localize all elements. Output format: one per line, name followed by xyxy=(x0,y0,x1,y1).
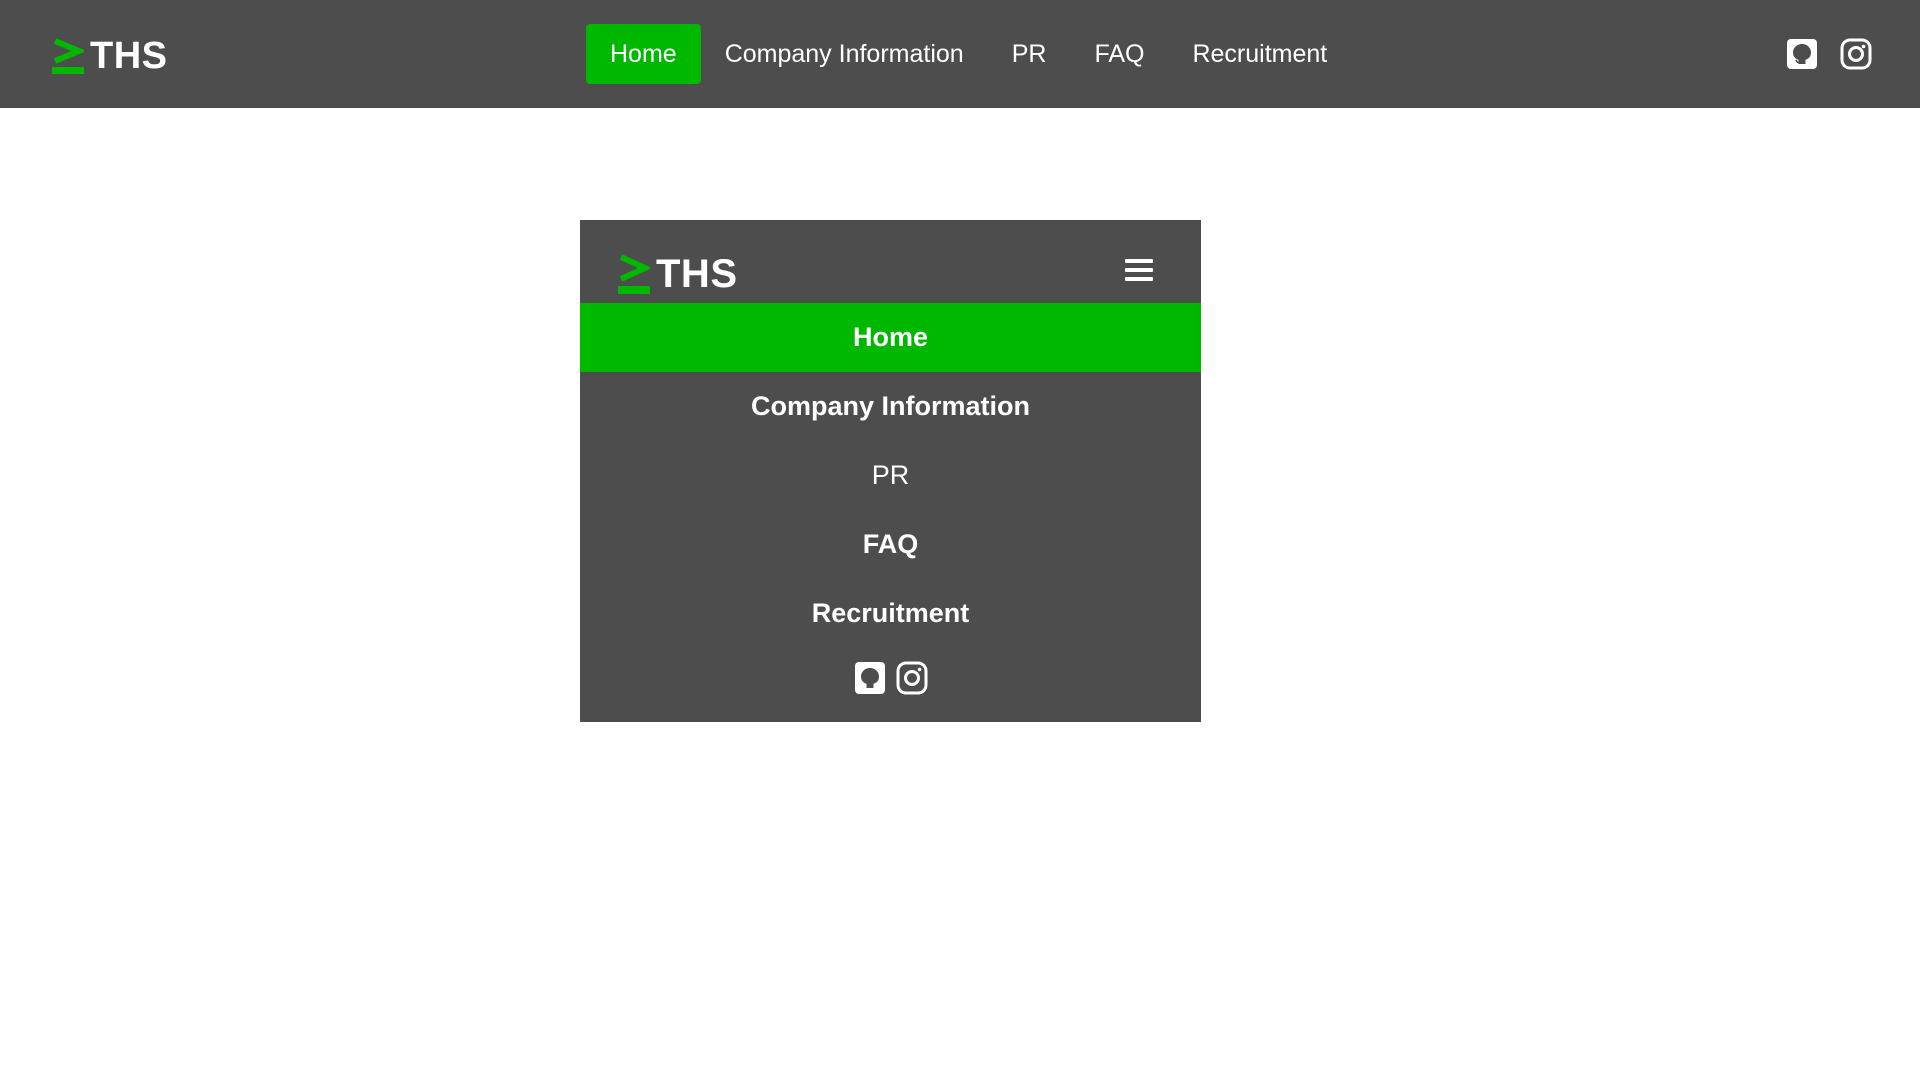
brand-name: THS xyxy=(90,34,168,77)
nav-link-company-information[interactable]: Company Information xyxy=(701,24,988,84)
brand-mark-icon xyxy=(618,254,650,294)
mobile-nav-pr[interactable]: PR xyxy=(580,441,1201,510)
nav-link-recruitment[interactable]: Recruitment xyxy=(1168,24,1351,84)
top-navbar: THS Home Company Information PR FAQ Recr… xyxy=(0,0,1920,108)
mobile-menu: Home Company Information PR FAQ Recruitm… xyxy=(580,303,1201,648)
brand-mark-icon xyxy=(52,38,84,74)
hamburger-menu-icon[interactable] xyxy=(1125,256,1153,284)
nav-link-pr[interactable]: PR xyxy=(988,24,1071,84)
instagram-icon[interactable] xyxy=(1840,38,1872,70)
instagram-icon[interactable] xyxy=(896,660,928,696)
mobile-brand-name: THS xyxy=(656,251,738,296)
github-icon[interactable] xyxy=(854,660,886,696)
github-icon[interactable] xyxy=(1786,38,1818,70)
nav-link-faq[interactable]: FAQ xyxy=(1070,24,1168,84)
mobile-nav-home[interactable]: Home xyxy=(580,303,1201,372)
nav-link-home[interactable]: Home xyxy=(586,24,701,84)
brand-logo[interactable]: THS xyxy=(52,34,168,77)
mobile-brand-logo[interactable]: THS xyxy=(618,252,738,296)
mobile-nav-company-information[interactable]: Company Information xyxy=(580,372,1201,441)
mobile-nav-recruitment[interactable]: Recruitment xyxy=(580,579,1201,648)
mobile-social-links xyxy=(580,660,1201,696)
mobile-nav-preview: THS Home Company Information PR FAQ Recr… xyxy=(580,220,1201,722)
social-links xyxy=(1786,38,1872,70)
mobile-nav-faq[interactable]: FAQ xyxy=(580,510,1201,579)
main-nav: Home Company Information PR FAQ Recruitm… xyxy=(586,24,1351,84)
